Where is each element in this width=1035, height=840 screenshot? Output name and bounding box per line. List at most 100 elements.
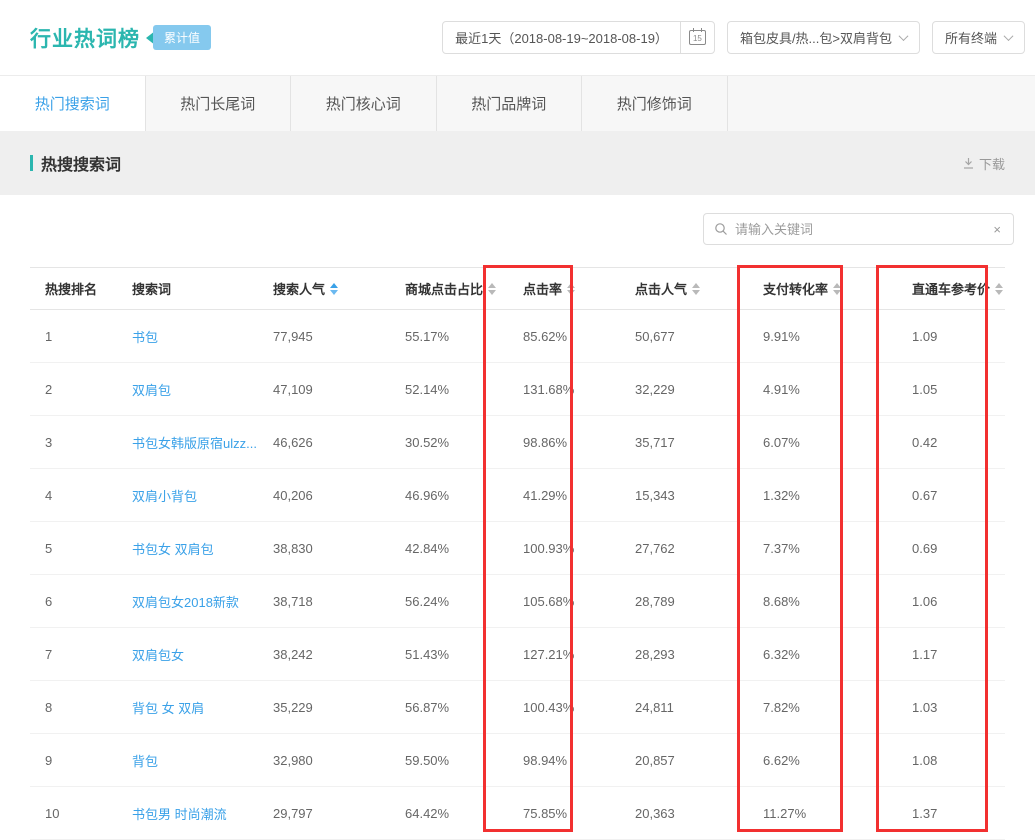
cell-keyword[interactable]: 背包 女 双肩 (117, 698, 258, 717)
cell-keyword[interactable]: 双肩包女 (117, 645, 258, 664)
cell-search_popularity: 46,626 (258, 435, 390, 450)
keyword-link[interactable]: 书包女韩版原宿ulzz... (132, 433, 257, 452)
tab-4[interactable]: 热门品牌词 (437, 76, 583, 131)
cell-mall_click_share: 56.24% (390, 594, 508, 609)
table-row: 2双肩包47,10952.14%131.68%32,2294.91%1.05 (30, 363, 1005, 416)
column-header-pay_conversion[interactable]: 支付转化率 (748, 279, 897, 298)
hot-keywords-table: 热搜排名搜索词搜索人气商城点击占比点击率点击人气支付转化率直通车参考价 1书包7… (30, 267, 1005, 840)
keyword-link[interactable]: 背包 (132, 751, 158, 770)
download-button[interactable]: 下载 (962, 154, 1005, 173)
top-header: 行业热词榜 累计值 最近1天（2018-08-19~2018-08-19） 15… (0, 0, 1035, 75)
cell-search_popularity: 35,229 (258, 700, 390, 715)
cell-ztc_ref_price: 1.06 (897, 594, 1005, 609)
keyword-link[interactable]: 背包 女 双肩 (132, 698, 204, 717)
column-header-keyword: 搜索词 (117, 279, 258, 298)
cell-rank: 5 (30, 541, 117, 556)
cell-ztc_ref_price: 0.69 (897, 541, 1005, 556)
cell-mall_click_share: 59.50% (390, 753, 508, 768)
category-label: 箱包皮具/热...包>双肩背包 (740, 28, 892, 47)
cell-rank: 6 (30, 594, 117, 609)
cell-keyword[interactable]: 双肩包女2018新款 (117, 592, 258, 611)
keyword-search-box[interactable]: × (703, 213, 1014, 245)
sort-icon[interactable] (833, 283, 841, 295)
table-row: 6双肩包女2018新款38,71856.24%105.68%28,7898.68… (30, 575, 1005, 628)
cell-click_popularity: 27,762 (620, 541, 748, 556)
column-header-mall_click_share[interactable]: 商城点击占比 (390, 279, 508, 298)
clear-search-icon[interactable]: × (991, 222, 1003, 237)
tab-3[interactable]: 热门核心词 (291, 76, 437, 131)
cell-keyword[interactable]: 双肩小背包 (117, 486, 258, 505)
keyword-link[interactable]: 双肩包 (132, 380, 171, 399)
cell-value: 59.50% (405, 753, 449, 768)
cell-value: 1.17 (912, 647, 937, 662)
cell-ztc_ref_price: 0.67 (897, 488, 1005, 503)
calendar-button[interactable]: 15 (680, 21, 714, 54)
column-header-click_rate[interactable]: 点击率 (508, 279, 620, 298)
column-label: 点击率 (523, 279, 562, 298)
terminal-label: 所有终端 (945, 28, 997, 47)
sort-icon[interactable] (567, 283, 575, 295)
cell-click_popularity: 50,677 (620, 329, 748, 344)
cell-pay_conversion: 11.27% (748, 806, 897, 821)
column-header-click_popularity[interactable]: 点击人气 (620, 279, 748, 298)
keyword-link[interactable]: 书包男 时尚潮流 (132, 804, 227, 823)
keyword-link[interactable]: 书包 (132, 327, 158, 346)
cell-keyword[interactable]: 双肩包 (117, 380, 258, 399)
cell-mall_click_share: 52.14% (390, 382, 508, 397)
cell-click_rate: 127.21% (508, 647, 620, 662)
table-row: 8背包 女 双肩35,22956.87%100.43%24,8117.82%1.… (30, 681, 1005, 734)
cell-value: 1.06 (912, 594, 937, 609)
column-header-search_popularity[interactable]: 搜索人气 (258, 279, 390, 298)
search-icon (714, 222, 728, 236)
cell-value: 7.37% (763, 541, 800, 556)
date-range-picker[interactable]: 最近1天（2018-08-19~2018-08-19） 15 (442, 21, 715, 54)
table-row: 5书包女 双肩包38,83042.84%100.93%27,7627.37%0.… (30, 522, 1005, 575)
tab-2[interactable]: 热门长尾词 (146, 76, 292, 131)
cell-click_popularity: 28,789 (620, 594, 748, 609)
terminal-dropdown[interactable]: 所有终端 (932, 21, 1025, 54)
cell-value: 46.96% (405, 488, 449, 503)
download-label[interactable]: 下载 (979, 154, 1005, 173)
cell-value: 28,293 (635, 647, 675, 662)
keyword-link[interactable]: 双肩小背包 (132, 486, 197, 505)
cell-value: 98.94% (523, 753, 567, 768)
cell-pay_conversion: 6.07% (748, 435, 897, 450)
cell-value: 1.08 (912, 753, 937, 768)
cell-value: 38,830 (273, 541, 313, 556)
cell-pay_conversion: 7.82% (748, 700, 897, 715)
cell-keyword[interactable]: 书包男 时尚潮流 (117, 804, 258, 823)
cell-value: 24,811 (635, 700, 674, 715)
keyword-search-input[interactable] (735, 222, 991, 237)
sort-icon[interactable] (330, 283, 338, 295)
cell-value: 8 (45, 700, 52, 715)
cell-value: 1.05 (912, 382, 937, 397)
cell-keyword[interactable]: 书包女 双肩包 (117, 539, 258, 558)
cell-search_popularity: 38,718 (258, 594, 390, 609)
category-dropdown[interactable]: 箱包皮具/热...包>双肩背包 (727, 21, 920, 54)
tab-5[interactable]: 热门修饰词 (582, 76, 728, 131)
cell-rank: 3 (30, 435, 117, 450)
cell-keyword[interactable]: 背包 (117, 751, 258, 770)
cell-click_rate: 41.29% (508, 488, 620, 503)
tab-1[interactable]: 热门搜索词 (0, 76, 146, 131)
cell-keyword[interactable]: 书包女韩版原宿ulzz... (117, 433, 258, 452)
keyword-link[interactable]: 书包女 双肩包 (132, 539, 214, 558)
cell-value: 5 (45, 541, 52, 556)
keyword-link[interactable]: 双肩包女2018新款 (132, 592, 239, 611)
sort-icon[interactable] (692, 283, 700, 295)
sort-icon[interactable] (488, 283, 496, 295)
cell-value: 9.91% (763, 329, 800, 344)
column-label: 点击人气 (635, 279, 687, 298)
cell-click_rate: 100.43% (508, 700, 620, 715)
column-label: 热搜排名 (45, 279, 97, 298)
cell-mall_click_share: 46.96% (390, 488, 508, 503)
date-range-label[interactable]: 最近1天（2018-08-19~2018-08-19） (443, 28, 680, 47)
cell-search_popularity: 32,980 (258, 753, 390, 768)
cell-value: 28,789 (635, 594, 675, 609)
table-row: 10书包男 时尚潮流29,79764.42%75.85%20,36311.27%… (30, 787, 1005, 840)
sort-icon[interactable] (995, 283, 1003, 295)
cell-keyword[interactable]: 书包 (117, 327, 258, 346)
column-header-ztc_ref_price[interactable]: 直通车参考价 (897, 279, 1005, 298)
keyword-link[interactable]: 双肩包女 (132, 645, 184, 664)
cell-pay_conversion: 7.37% (748, 541, 897, 556)
